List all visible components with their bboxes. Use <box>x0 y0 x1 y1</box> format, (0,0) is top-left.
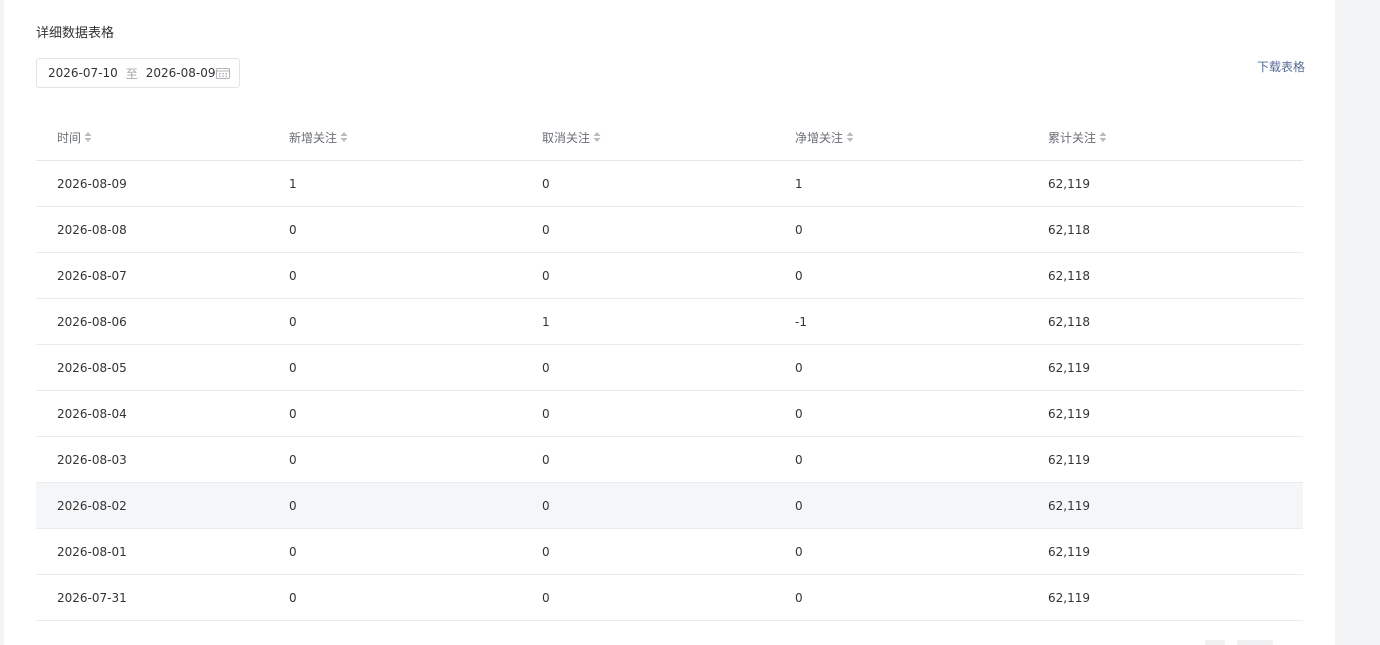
cell-total-follows: 62,119 <box>1048 482 1303 529</box>
cell-net-follows: -1 <box>795 298 1048 345</box>
cell-unfollows: 0 <box>542 390 795 437</box>
cell-total-follows: 62,118 <box>1048 206 1303 253</box>
cell-new-follows: 0 <box>289 528 542 575</box>
section-title: 详细数据表格 <box>36 26 115 41</box>
table-row: 2026-08-03 0 0 0 62,119 <box>36 436 1303 483</box>
cell-date: 2026-08-04 <box>36 390 289 437</box>
download-table-link[interactable]: 下载表格 <box>1257 58 1305 75</box>
column-header-unfollows[interactable]: 取消关注 <box>542 114 795 161</box>
date-range-end[interactable]: 2026-08-09 <box>146 66 216 80</box>
sort-icon[interactable] <box>846 131 854 143</box>
cell-net-follows: 0 <box>795 436 1048 483</box>
sort-icon[interactable] <box>1099 131 1107 143</box>
cell-total-follows: 62,118 <box>1048 252 1303 299</box>
cell-new-follows: 0 <box>289 436 542 483</box>
pagination-prev-button[interactable] <box>1205 640 1225 645</box>
table-row: 2026-08-09 1 0 1 62,119 <box>36 160 1303 207</box>
cell-unfollows: 1 <box>542 298 795 345</box>
cell-unfollows: 0 <box>542 574 795 621</box>
calendar-icon[interactable] <box>216 67 230 79</box>
cell-unfollows: 0 <box>542 160 795 207</box>
table-row: 2026-08-08 0 0 0 62,118 <box>36 206 1303 253</box>
table-row: 2026-08-04 0 0 0 62,119 <box>36 390 1303 437</box>
cell-new-follows: 1 <box>289 160 542 207</box>
cell-new-follows: 0 <box>289 298 542 345</box>
cell-date: 2026-08-01 <box>36 528 289 575</box>
cell-total-follows: 62,119 <box>1048 436 1303 483</box>
column-header-total-follows[interactable]: 累计关注 <box>1048 114 1303 161</box>
cell-date: 2026-08-02 <box>36 482 289 529</box>
cell-total-follows: 62,119 <box>1048 574 1303 621</box>
column-header-time[interactable]: 时间 <box>36 114 289 161</box>
pagination-page-button[interactable] <box>1237 640 1273 645</box>
table-header-row: 时间 新增关注 取消关注 净增关注 累计关注 <box>36 114 1303 161</box>
cell-net-follows: 1 <box>795 160 1048 207</box>
cell-unfollows: 0 <box>542 482 795 529</box>
table-row: 2026-08-05 0 0 0 62,119 <box>36 344 1303 391</box>
date-range-separator: 至 <box>125 66 138 81</box>
cell-unfollows: 0 <box>542 528 795 575</box>
cell-date: 2026-07-31 <box>36 574 289 621</box>
table-row: 2026-08-06 0 1 -1 62,118 <box>36 298 1303 345</box>
cell-net-follows: 0 <box>795 574 1048 621</box>
table-row: 2026-08-07 0 0 0 62,118 <box>36 252 1303 299</box>
cell-new-follows: 0 <box>289 252 542 299</box>
cell-total-follows: 62,119 <box>1048 390 1303 437</box>
cell-date: 2026-08-06 <box>36 298 289 345</box>
sort-icon[interactable] <box>340 131 348 143</box>
cell-new-follows: 0 <box>289 574 542 621</box>
cell-net-follows: 0 <box>795 528 1048 575</box>
cell-date: 2026-08-05 <box>36 344 289 391</box>
cell-date: 2026-08-03 <box>36 436 289 483</box>
cell-total-follows: 62,119 <box>1048 160 1303 207</box>
column-header-net-follows[interactable]: 净增关注 <box>795 114 1048 161</box>
sort-icon[interactable] <box>84 131 92 143</box>
cell-net-follows: 0 <box>795 482 1048 529</box>
cell-unfollows: 0 <box>542 252 795 299</box>
column-header-new-follows[interactable]: 新增关注 <box>289 114 542 161</box>
table-row: 2026-07-31 0 0 0 62,119 <box>36 574 1303 621</box>
cell-total-follows: 62,118 <box>1048 298 1303 345</box>
cell-date: 2026-08-07 <box>36 252 289 299</box>
cell-unfollows: 0 <box>542 436 795 483</box>
cell-unfollows: 0 <box>542 206 795 253</box>
table-row-hovered: 2026-08-02 0 0 0 62,119 <box>36 482 1303 529</box>
cell-net-follows: 0 <box>795 344 1048 391</box>
cell-total-follows: 62,119 <box>1048 344 1303 391</box>
date-range-picker[interactable]: 2026-07-10 至 2026-08-09 <box>36 58 240 88</box>
cell-unfollows: 0 <box>542 344 795 391</box>
cell-new-follows: 0 <box>289 482 542 529</box>
cell-new-follows: 0 <box>289 390 542 437</box>
cell-date: 2026-08-08 <box>36 206 289 253</box>
cell-net-follows: 0 <box>795 390 1048 437</box>
table-row: 2026-08-01 0 0 0 62,119 <box>36 528 1303 575</box>
cell-new-follows: 0 <box>289 206 542 253</box>
date-range-start[interactable]: 2026-07-10 <box>48 66 118 80</box>
cell-total-follows: 62,119 <box>1048 528 1303 575</box>
detail-data-table: 时间 新增关注 取消关注 净增关注 累计关注 2026-08-09 1 0 1 … <box>36 114 1303 621</box>
detail-data-panel: 详细数据表格 2026-07-10 至 2026-08-09 下载表格 时间 新… <box>4 0 1335 645</box>
sort-icon[interactable] <box>593 131 601 143</box>
cell-net-follows: 0 <box>795 252 1048 299</box>
cell-net-follows: 0 <box>795 206 1048 253</box>
cell-new-follows: 0 <box>289 344 542 391</box>
cell-date: 2026-08-09 <box>36 160 289 207</box>
